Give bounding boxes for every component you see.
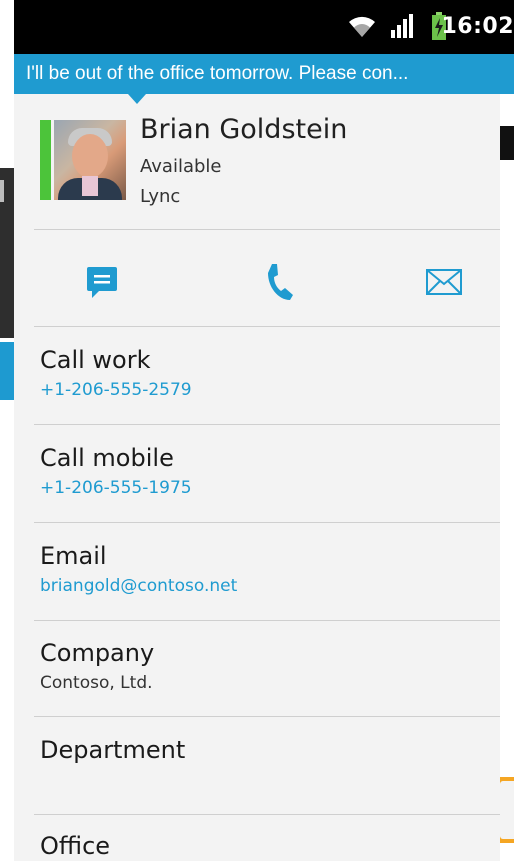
divider xyxy=(34,229,500,230)
phone-icon xyxy=(268,264,293,300)
send-message-button[interactable] xyxy=(78,258,126,306)
detail-call-work[interactable]: Call work +1-206-555-2579 xyxy=(40,346,192,400)
avatar xyxy=(54,120,126,200)
detail-value[interactable]: +1-206-555-2579 xyxy=(40,380,192,400)
status-time: 16:02 xyxy=(441,14,514,39)
detail-call-mobile[interactable]: Call mobile +1-206-555-1975 xyxy=(40,444,192,498)
contact-name: Brian Goldstein xyxy=(140,114,348,145)
divider xyxy=(34,620,500,621)
detail-value[interactable]: briangold@contoso.net xyxy=(40,576,237,596)
detail-label: Office xyxy=(40,832,111,860)
status-bar: 16:02 xyxy=(14,0,514,54)
detail-value: Contoso, Ltd. xyxy=(40,673,153,693)
detail-department: Department xyxy=(40,736,185,770)
divider xyxy=(34,424,500,425)
message-icon xyxy=(87,267,117,298)
contact-source: Lync xyxy=(140,186,181,207)
status-message-banner[interactable]: I'll be out of the office tomorrow. Plea… xyxy=(14,54,514,94)
divider xyxy=(34,326,500,327)
wifi-icon xyxy=(349,16,375,37)
divider xyxy=(34,716,500,717)
detail-label: Call mobile xyxy=(40,444,174,472)
detail-office: Office xyxy=(40,832,110,861)
send-email-button[interactable] xyxy=(420,258,468,306)
signal-icon xyxy=(391,14,413,38)
detail-label: Call work xyxy=(40,346,151,374)
divider xyxy=(34,522,500,523)
background-app-marker xyxy=(0,180,4,202)
detail-label: Department xyxy=(40,736,186,764)
divider xyxy=(34,814,500,815)
contact-card: Brian Goldstein Available Lync Call work… xyxy=(14,94,500,861)
email-icon xyxy=(426,269,462,295)
contact-availability: Available xyxy=(140,156,222,177)
presence-indicator xyxy=(40,120,51,200)
background-app-highlight xyxy=(0,342,14,400)
background-app-edge-right xyxy=(498,126,514,160)
detail-company: Company Contoso, Ltd. xyxy=(40,639,154,693)
detail-label: Company xyxy=(40,639,155,667)
detail-value[interactable]: +1-206-555-1975 xyxy=(40,478,192,498)
call-button[interactable] xyxy=(255,258,303,306)
banner-pointer xyxy=(128,94,146,104)
detail-label: Email xyxy=(40,542,107,570)
detail-email[interactable]: Email briangold@contoso.net xyxy=(40,542,237,596)
